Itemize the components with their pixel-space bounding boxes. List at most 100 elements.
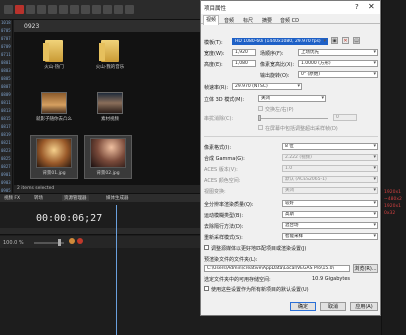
delete-icon[interactable] (15, 5, 24, 14)
delete-template-icon[interactable]: ✕ (342, 37, 349, 44)
browse-button[interactable]: 浏览(R)... (353, 264, 378, 273)
match-media-icon[interactable]: ▤ (353, 37, 360, 44)
folder-tree[interactable]: 1018 0705 0707 0709 0711 0801 0803 0805 0807 0809… (0, 20, 13, 220)
toolbar-button[interactable] (81, 5, 90, 14)
gamma-label: 合成 Gamma(G): (204, 156, 245, 162)
toolbar-button[interactable] (125, 5, 134, 14)
tab-audio-cd[interactable]: 音频 CD (280, 17, 299, 24)
adjust-source-checkbox[interactable] (204, 245, 209, 250)
mute-icon[interactable] (69, 238, 75, 244)
resample-select[interactable]: 智能采样 (282, 233, 378, 240)
tab-video-fx[interactable]: 视频 FX (4, 195, 20, 201)
align-label: 在屏幕中包括调整超出采样帧(D) (265, 126, 338, 132)
folder-tree-item[interactable]: 1018 (0, 20, 13, 28)
aces-colorspace-select[interactable]: 默认 (ACES2065-1) (282, 176, 378, 183)
tab-summary[interactable]: 摘要 (262, 17, 272, 24)
gamma-select[interactable]: 2.222 (视频) (282, 154, 378, 161)
folder-tree-item[interactable]: 0705 (0, 28, 13, 36)
folder-tree-item[interactable]: 0803 (0, 68, 13, 76)
help-button[interactable]: ? (355, 3, 359, 11)
toolbar-button[interactable] (92, 5, 101, 14)
item-label: 素材视频 (101, 117, 119, 122)
aces-version-select[interactable]: 1.0 (282, 165, 378, 172)
slider-knob[interactable] (58, 239, 61, 246)
folder-tree-item[interactable]: 0901 (0, 172, 13, 180)
slider-knob[interactable] (258, 115, 261, 121)
pixel-format-select[interactable]: 8 位 (282, 143, 378, 150)
folder-tree-item[interactable]: 0815 (0, 116, 13, 124)
toolbar-button[interactable] (37, 5, 46, 14)
folder-tree-item[interactable]: 0903 (0, 180, 13, 188)
solo-icon[interactable] (77, 238, 83, 244)
folder-tree-item[interactable]: 0823 (0, 148, 13, 156)
folder-tree-item[interactable]: 0707 (0, 36, 13, 44)
cancel-button[interactable]: 取消 (320, 302, 346, 311)
pixel-aspect-select[interactable]: 1.0000 (方形) (298, 60, 378, 67)
tab-video[interactable]: 视频 (203, 15, 220, 25)
tab-ruler[interactable]: 标尺 (243, 17, 253, 24)
folder-tree-item[interactable]: 0805 (0, 76, 13, 84)
toolbar-button[interactable] (70, 5, 79, 14)
tab-audio[interactable]: 音频 (224, 17, 234, 24)
apply-button[interactable]: 应用(A) (350, 302, 378, 311)
align-checkbox[interactable] (258, 125, 263, 130)
prerender-folder-label: 预渲染文件的文件夹(L): (204, 257, 258, 263)
crosstalk-slider[interactable] (258, 118, 328, 119)
toolbar-button[interactable] (26, 5, 35, 14)
folder-tree-item[interactable]: 0819 (0, 132, 13, 140)
height-input[interactable]: 1,080 (232, 60, 256, 67)
template-select[interactable]: HD 1080-60i (1440x1080, 29.970 fps) (232, 38, 328, 45)
folder-item[interactable]: 就影子随你去凸么 (34, 92, 74, 122)
tab-transitions[interactable]: 转场 (34, 195, 43, 201)
view-transform-select[interactable]: 关闭 (282, 187, 378, 194)
close-icon[interactable]: ✕ (368, 2, 375, 11)
swap-lr-checkbox[interactable] (258, 106, 263, 111)
playhead[interactable] (116, 205, 117, 335)
folder-tree-item[interactable]: 0825 (0, 156, 13, 164)
folder-tree-item[interactable]: 0817 (0, 124, 13, 132)
folder-tree-item[interactable]: 0711 (0, 52, 13, 60)
width-input[interactable]: 1,920 (232, 49, 256, 56)
timeline-ruler[interactable] (0, 228, 200, 235)
crosstalk-input[interactable]: 0 (333, 114, 357, 121)
toolbar-button[interactable] (103, 5, 112, 14)
folder-item[interactable]: 火山·热门 (34, 40, 74, 70)
folder-tree-item[interactable]: 0709 (0, 44, 13, 52)
motion-blur-select[interactable]: 高斯 (282, 211, 378, 218)
toolbar-button[interactable] (114, 5, 123, 14)
folder-tree-item[interactable]: 0811 (0, 100, 13, 108)
output-rotation-select[interactable]: 0° (原始) (298, 71, 378, 78)
tab-explorer[interactable]: 资源管理器 (62, 195, 89, 201)
default-settings-checkbox[interactable] (204, 286, 209, 291)
save-template-icon[interactable]: ▣ (331, 37, 338, 44)
toolbar-button[interactable] (59, 5, 68, 14)
photo-item[interactable]: 背景02.jpg (84, 135, 132, 179)
track-header[interactable] (0, 236, 200, 248)
output-rotation-label: 输出旋转(O): (260, 73, 290, 79)
folder-tree-item[interactable]: 0807 (0, 84, 13, 92)
photo-item[interactable]: 背景01.jpg (30, 135, 78, 179)
toolbar-button[interactable] (48, 5, 57, 14)
stereo-3d-select[interactable]: 关闭 (258, 95, 326, 102)
folder-thumbnail-icon (41, 92, 67, 114)
folder-tree-item[interactable]: 0821 (0, 140, 13, 148)
deinterlace-select[interactable]: 混合场 (282, 222, 378, 229)
tab-media-generators[interactable]: 媒体生成器 (106, 195, 129, 201)
folder-tree-item[interactable]: 0813 (0, 108, 13, 116)
folder-tree-item[interactable]: 0809 (0, 92, 13, 100)
folder-tree-item[interactable]: 0801 (0, 60, 13, 68)
width-label: 宽度(W): (204, 51, 225, 57)
folder-icon (43, 40, 63, 62)
folder-tree-item[interactable]: 0827 (0, 164, 13, 172)
render-quality-label: 全分辨率渲染质量(Q): (204, 202, 254, 208)
toolbar-button[interactable] (4, 5, 13, 14)
preview-panel: 1920x1 ~480x2 1920x1 0x32 (381, 0, 406, 335)
render-quality-select[interactable]: 较好 (282, 200, 378, 207)
ok-button[interactable]: 确定 (290, 302, 316, 311)
prerender-folder-input[interactable]: C:\Users\Admin\creative\AppData\Local\VE… (204, 265, 350, 272)
frame-rate-select[interactable]: 29.970 (NTSC) (232, 83, 302, 90)
folder-item[interactable]: 素材视频 (90, 92, 130, 122)
folder-item[interactable]: 火山·我的音乐 (90, 40, 130, 70)
resample-label: 重新采样模式(S): (204, 235, 243, 241)
field-order-select[interactable]: 上场优先 (298, 49, 378, 56)
